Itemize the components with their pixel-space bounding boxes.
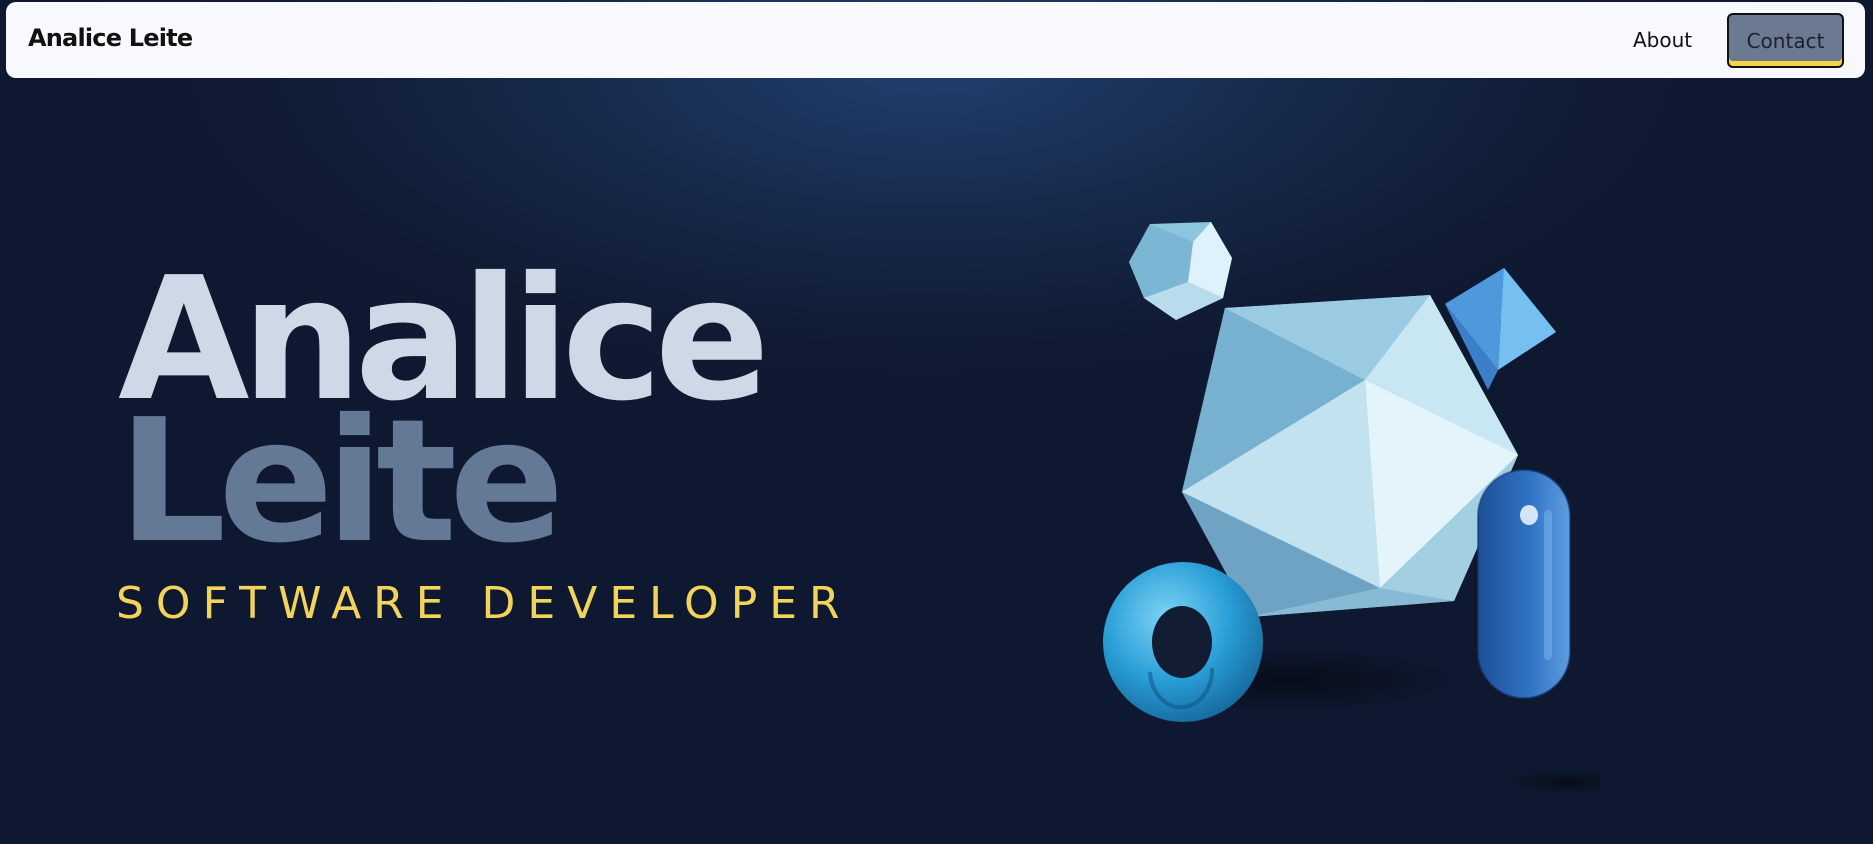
nav-link-about[interactable]: About [1633, 28, 1692, 52]
hero-role: SOFTWARE DEVELOPER [116, 578, 852, 629]
capsule-shadow [1505, 770, 1600, 794]
capsule-shape [1477, 469, 1571, 699]
torus-shadow [1178, 808, 1262, 810]
brand-logo[interactable]: Analice Leite [28, 24, 193, 52]
contact-button[interactable]: Contact [1727, 13, 1844, 68]
dodecahedron-shape [1129, 222, 1232, 320]
hero-last-name: Leite [118, 383, 564, 581]
hero-3d-shapes [1103, 222, 1600, 810]
navbar: Analice Leite About Contact [6, 2, 1865, 78]
torus-shape [1103, 562, 1263, 722]
